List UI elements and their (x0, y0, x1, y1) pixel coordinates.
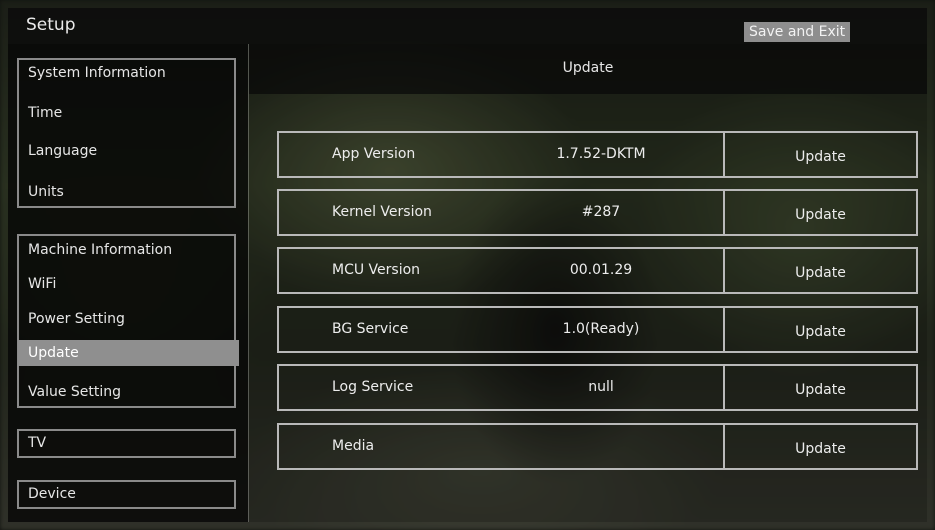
row-label: Media (332, 438, 375, 454)
save-and-exit-button[interactable]: Save and Exit (744, 22, 851, 42)
update-row-mcu-version: MCU Version 00.01.29 Update (277, 247, 918, 294)
update-log-service-button[interactable]: Update (725, 366, 916, 409)
row-value: #287 (581, 204, 621, 220)
row-label: App Version (332, 146, 416, 162)
update-media-button[interactable]: Update (725, 425, 916, 468)
top-bar: Setup Save and Exit (8, 8, 927, 44)
page-title: Setup (26, 15, 76, 35)
sidebar-item-system-information[interactable]: System Information (18, 60, 239, 86)
main-header: Update (249, 44, 927, 94)
update-mcu-button[interactable]: Update (725, 249, 916, 292)
row-label: MCU Version (332, 262, 421, 278)
update-row-log-service: Log Service null Update (277, 364, 918, 411)
update-row-bg-service: BG Service 1.0(Ready) Update (277, 306, 918, 353)
sidebar-item-wifi[interactable]: WiFi (18, 271, 239, 297)
sidebar-item-tv[interactable]: TV (18, 430, 239, 456)
update-kernel-button[interactable]: Update (725, 191, 916, 234)
sidebar-item-update[interactable]: Update (18, 340, 239, 366)
sidebar-item-units[interactable]: Units (18, 179, 239, 205)
update-bg-service-button[interactable]: Update (725, 308, 916, 351)
row-value: 00.01.29 (569, 262, 633, 278)
section-title: Update (562, 60, 614, 76)
sidebar-item-value-setting[interactable]: Value Setting (18, 379, 239, 405)
row-value: 1.7.52-DKTM (556, 146, 646, 162)
sidebar-item-device[interactable]: Device (18, 481, 239, 507)
update-row-app-version: App Version 1.7.52-DKTM Update (277, 131, 918, 178)
row-value: null (588, 379, 614, 395)
sidebar-item-time[interactable]: Time (18, 100, 239, 126)
update-row-kernel-version: Kernel Version #287 Update (277, 189, 918, 236)
sidebar-item-machine-information[interactable]: Machine Information (18, 237, 239, 263)
row-value: 1.0(Ready) (562, 321, 640, 337)
row-label: Log Service (332, 379, 414, 395)
sidebar-item-language[interactable]: Language (18, 138, 239, 164)
update-app-button[interactable]: Update (725, 133, 916, 176)
sidebar: System Information Time Language Units M… (8, 44, 248, 522)
row-label: BG Service (332, 321, 409, 337)
sidebar-item-power-setting[interactable]: Power Setting (18, 306, 239, 332)
row-label: Kernel Version (332, 204, 432, 220)
update-row-media: Media Update (277, 423, 918, 470)
